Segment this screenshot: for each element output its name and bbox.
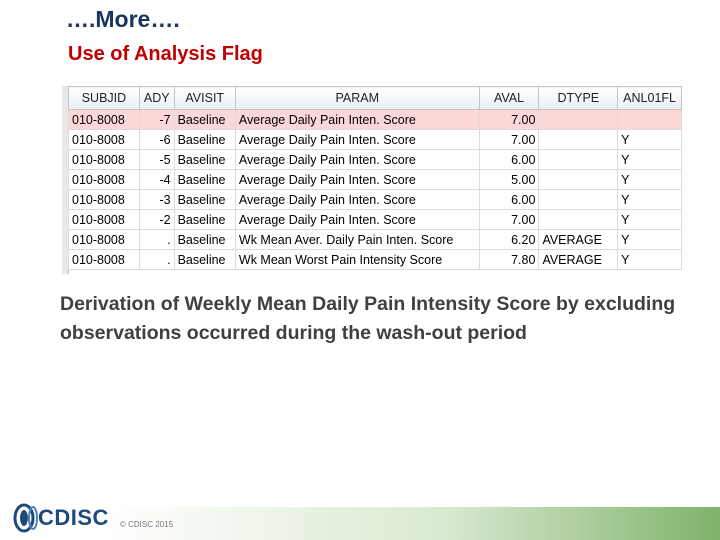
cell-avisit: Baseline [173,209,236,230]
cell-ady: -2 [138,209,175,230]
cell-ady: -3 [138,189,175,210]
cell-subjid: 010-8008 [68,149,140,170]
description-text: Derivation of Weekly Mean Daily Pain Int… [60,293,676,344]
table-row[interactable]: 010-8008 -2 Baseline Average Daily Pain … [68,209,682,230]
column-header-anl01fl[interactable]: ANL01FL [617,86,682,110]
cell-dtype: AVERAGE [538,229,619,250]
slide-title: ….More…. [66,6,180,32]
cell-anl01fl: Y [617,189,682,210]
cell-ady: -7 [138,109,175,130]
cell-param: Wk Mean Worst Pain Intensity Score [234,249,480,270]
cell-anl01fl [617,109,682,130]
column-header-param[interactable]: PARAM [234,86,480,110]
cell-avisit: Baseline [173,189,236,210]
logo-text: CDISC [38,505,109,530]
cell-anl01fl: Y [617,209,682,230]
table-row[interactable]: 010-8008 -6 Baseline Average Daily Pain … [68,129,682,150]
column-header-ady[interactable]: ADY [138,86,175,110]
cell-subjid: 010-8008 [68,169,140,190]
table-row[interactable]: 010-8008 -3 Baseline Average Daily Pain … [68,189,682,210]
table-row[interactable]: 010-8008 -7 Baseline Average Daily Pain … [68,109,682,130]
cell-subjid: 010-8008 [68,109,140,130]
cell-param: Average Daily Pain Inten. Score [234,169,480,190]
cell-avisit: Baseline [173,229,236,250]
cell-ady: -4 [138,169,175,190]
cell-aval: 7.80 [478,249,540,270]
cell-avisit: Baseline [173,149,236,170]
cell-subjid: 010-8008 [68,229,140,250]
cell-aval: 6.20 [478,229,540,250]
cell-anl01fl: Y [617,169,682,190]
table-row[interactable]: 010-8008 -4 Baseline Average Daily Pain … [68,169,682,190]
cell-ady: -6 [138,129,175,150]
cell-aval: 7.00 [478,209,540,230]
cell-avisit: Baseline [173,129,236,150]
cell-aval: 7.00 [478,109,540,130]
cell-param: Average Daily Pain Inten. Score [234,129,480,150]
cell-subjid: 010-8008 [68,209,140,230]
cell-param: Average Daily Pain Inten. Score [234,209,480,230]
cell-avisit: Baseline [173,169,236,190]
cell-avisit: Baseline [173,249,236,270]
cell-param: Average Daily Pain Inten. Score [234,189,480,210]
cell-dtype [538,129,619,150]
column-header-aval[interactable]: AVAL [478,86,540,110]
table-row[interactable]: 010-8008 . Baseline Wk Mean Worst Pain I… [68,249,682,270]
table-row[interactable]: 010-8008 . Baseline Wk Mean Aver. Daily … [68,229,682,250]
cell-anl01fl: Y [617,229,682,250]
copyright-text: © CDISC 2015 [120,520,174,529]
cell-anl01fl: Y [617,129,682,150]
cell-dtype [538,209,619,230]
cell-ady: . [138,229,175,250]
cell-dtype [538,149,619,170]
cell-param: Average Daily Pain Inten. Score [234,109,480,130]
logo-mark-icon [13,503,38,533]
table-row[interactable]: 010-8008 -5 Baseline Average Daily Pain … [68,149,682,170]
cell-dtype [538,169,619,190]
column-header-dtype[interactable]: DTYPE [538,86,619,110]
footer-band [110,507,720,540]
column-header-subjid[interactable]: SUBJID [68,86,140,110]
cell-avisit: Baseline [173,109,236,130]
cell-aval: 7.00 [478,129,540,150]
data-grid: SUBJID ADY AVISIT PARAM AVAL DTYPE ANL01… [62,86,682,274]
cell-aval: 5.00 [478,169,540,190]
cell-subjid: 010-8008 [68,129,140,150]
cell-dtype [538,189,619,210]
column-header-avisit[interactable]: AVISIT [173,86,236,110]
cell-aval: 6.00 [478,149,540,170]
cell-anl01fl: Y [617,249,682,270]
cell-dtype: AVERAGE [538,249,619,270]
cell-ady: . [138,249,175,270]
cell-param: Average Daily Pain Inten. Score [234,149,480,170]
slide-subtitle: Use of Analysis Flag [68,43,263,65]
cell-ady: -5 [138,149,175,170]
cell-dtype [538,109,619,130]
header-row: SUBJID ADY AVISIT PARAM AVAL DTYPE ANL01… [68,86,682,110]
cell-subjid: 010-8008 [68,249,140,270]
cell-subjid: 010-8008 [68,189,140,210]
analysis-table: SUBJID ADY AVISIT PARAM AVAL DTYPE ANL01… [68,86,682,270]
cell-anl01fl: Y [617,149,682,170]
cell-aval: 6.00 [478,189,540,210]
cell-param: Wk Mean Aver. Daily Pain Inten. Score [234,229,480,250]
